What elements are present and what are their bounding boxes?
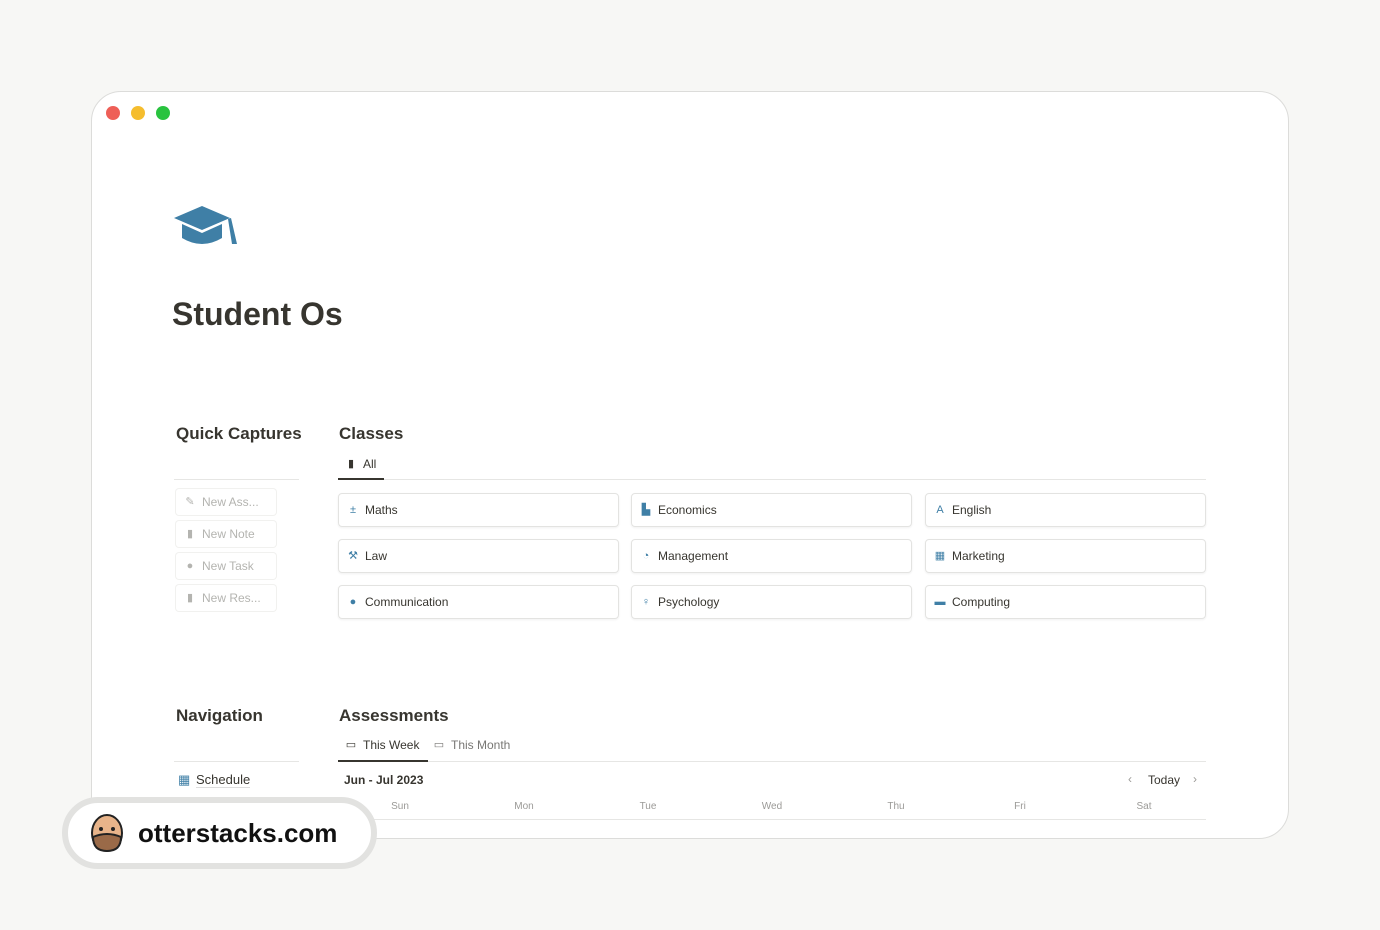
today-button[interactable]: Today (1148, 773, 1180, 787)
check-circle-icon: ● (186, 560, 194, 572)
bookmark-icon: ▮ (186, 592, 194, 604)
classes-heading: Classes (339, 424, 404, 443)
label: New Task (202, 559, 254, 573)
tab-this-week[interactable]: ▭ This Week (345, 738, 420, 752)
assessments-heading: Assessments (339, 706, 449, 725)
label: New Ass... (202, 495, 259, 509)
label: New Res... (202, 591, 261, 605)
new-note-button[interactable]: ▮ New Note (176, 521, 276, 547)
day-header: Fri (1014, 801, 1026, 812)
tab-all[interactable]: ▮ All (345, 457, 376, 471)
chat-bubble-icon: ● (349, 596, 357, 608)
label: Psychology (658, 595, 720, 609)
label: Law (365, 549, 388, 563)
trend-chart-icon: ▦ (934, 550, 946, 562)
calendar-icon: ▦ (178, 772, 191, 787)
class-card-psychology[interactable]: ♀ Psychology (631, 585, 912, 619)
tab-this-month[interactable]: ▭ This Month (433, 738, 511, 752)
chart-area-icon: ▙ (641, 504, 651, 516)
prev-week-button[interactable]: ‹ (1128, 772, 1132, 786)
label: Marketing (952, 549, 1005, 563)
otter-logo-icon (91, 814, 123, 853)
close-window-button[interactable] (106, 106, 120, 120)
maximize-window-button[interactable] (156, 106, 170, 120)
tab-label: This Month (451, 738, 511, 752)
date-range: Jun - Jul 2023 (344, 773, 424, 787)
monitor-icon: ▬ (934, 596, 946, 608)
day-header: Thu (887, 801, 905, 812)
label: New Note (202, 527, 255, 541)
day-header: Sun (391, 801, 409, 812)
calendar-icon: ▭ (345, 739, 357, 751)
class-card-law[interactable]: ⚒ Law (338, 539, 619, 573)
minimize-window-button[interactable] (131, 106, 145, 120)
head-icon: ♀ (641, 596, 651, 608)
day-header: Sat (1136, 801, 1152, 812)
label: English (952, 503, 992, 517)
tab-label: This Week (363, 738, 420, 752)
label: Economics (658, 503, 717, 517)
label: Schedule (196, 772, 251, 788)
app-window: Student Os Quick Captures ✎ New Ass... ▮ N… (91, 91, 1289, 839)
class-card-communication[interactable]: ● Communication (338, 585, 619, 619)
class-card-maths[interactable]: ± Maths (338, 493, 619, 527)
new-resource-button[interactable]: ▮ New Res... (176, 585, 276, 611)
graduation-cap-icon (174, 206, 237, 244)
watermark-badge: otterstacks.com (62, 797, 377, 869)
navigation-heading: Navigation (176, 706, 263, 725)
label: Communication (365, 595, 449, 609)
watermark-text: otterstacks.com (138, 817, 338, 848)
nav-item-schedule[interactable]: ▦ Schedule (178, 772, 251, 788)
class-card-english[interactable]: A English (925, 493, 1206, 527)
label: Management (658, 549, 729, 563)
next-week-button[interactable]: › (1193, 772, 1197, 786)
translate-icon: A (936, 504, 944, 516)
class-card-economics[interactable]: ▙ Economics (631, 493, 912, 527)
new-assessment-button[interactable]: ✎ New Ass... (176, 489, 276, 515)
label: Computing (952, 595, 1011, 609)
calendar-icon: ▭ (433, 739, 445, 751)
day-header: Wed (761, 801, 783, 812)
day-header: Tue (639, 801, 657, 812)
class-card-marketing[interactable]: ▦ Marketing (925, 539, 1206, 573)
edit-list-icon: ✎ (185, 496, 195, 508)
day-header: Mon (514, 801, 534, 812)
tab-label: All (363, 457, 377, 471)
document-icon: ▮ (186, 528, 194, 540)
page-title: Student Os (172, 296, 343, 332)
math-operators-icon: ± (349, 504, 357, 516)
class-card-management[interactable]: ◔ Management (631, 539, 912, 573)
label: Maths (365, 503, 398, 517)
gavel-icon: ⚒ (348, 550, 358, 562)
donut-icon: ◔ (642, 550, 650, 562)
new-task-button[interactable]: ● New Task (176, 553, 276, 579)
quick-captures-heading: Quick Captures (176, 424, 302, 443)
class-card-computing[interactable]: ▬ Computing (925, 585, 1206, 619)
book-icon: ▮ (347, 458, 355, 470)
